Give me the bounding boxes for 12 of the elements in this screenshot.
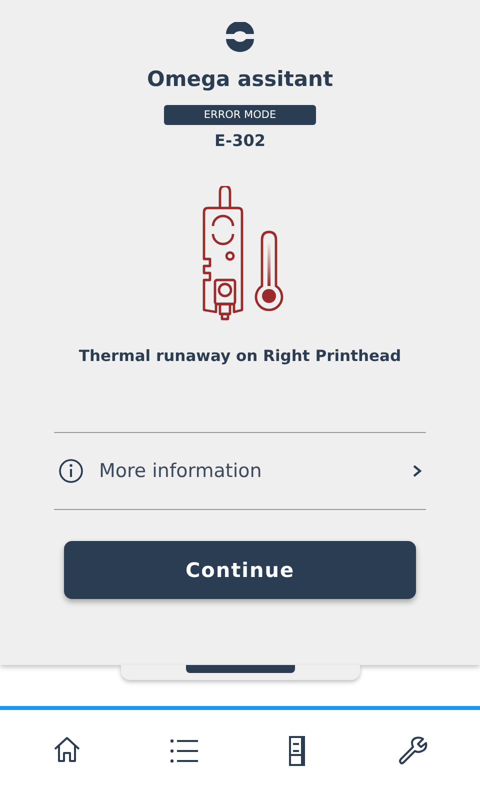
mode-badge: ERROR MODE — [164, 105, 316, 125]
chevron-right-icon — [412, 464, 422, 478]
more-information-row[interactable]: More information — [54, 432, 426, 510]
pull-tab[interactable] — [120, 665, 360, 680]
app-title: Omega assitant — [146, 67, 334, 91]
error-message: Thermal runaway on Right Printhead — [78, 347, 402, 365]
continue-button[interactable]: Continue — [64, 541, 416, 599]
drag-handle[interactable] — [186, 665, 294, 673]
error-code: E-302 — [214, 131, 266, 150]
logo-icon — [223, 22, 257, 52]
info-icon — [58, 458, 84, 484]
more-information-label: More information — [99, 460, 263, 482]
